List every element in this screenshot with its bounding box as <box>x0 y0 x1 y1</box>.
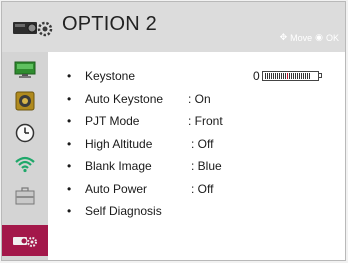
navigation-hint: ✥ Move ◉ OK <box>280 32 339 43</box>
slider-end-cap <box>318 73 322 78</box>
briefcase-icon <box>15 186 35 204</box>
sidebar-item-audio[interactable] <box>2 85 48 116</box>
keystone-slider[interactable] <box>262 71 319 81</box>
ok-label: OK <box>325 32 339 43</box>
projector-settings-icon <box>13 21 53 37</box>
clock-icon <box>15 123 35 142</box>
move-icon: ✥ <box>279 32 288 42</box>
menu-item-pjt-mode[interactable]: • PJT Mode : Front <box>48 110 345 132</box>
sidebar-item-option2[interactable] <box>2 225 48 256</box>
bullet: • <box>67 114 72 128</box>
menu-item-value: : Off <box>191 137 214 151</box>
move-label: Move <box>290 32 313 43</box>
bullet: • <box>67 137 72 151</box>
sidebar-item-network[interactable] <box>2 148 48 179</box>
sidebar-item-option1[interactable] <box>2 180 48 211</box>
menu-item-high-altitude[interactable]: • High Altitude : Off <box>48 133 345 155</box>
bullet: • <box>67 204 72 218</box>
keystone-value: 0 <box>253 69 260 83</box>
menu-item-label: High Altitude <box>85 137 153 151</box>
menu-item-label: Blank Image <box>85 159 152 173</box>
menu-item-value: : Blue <box>191 159 222 173</box>
menu-item-label: Self Diagnosis <box>85 204 162 218</box>
menu-item-self-diagnosis[interactable]: • Self Diagnosis <box>48 200 345 222</box>
bullet: • <box>67 92 72 106</box>
bullet: • <box>67 182 72 196</box>
monitor-icon <box>14 61 36 78</box>
sidebar-item-picture[interactable] <box>2 54 48 85</box>
menu-item-label: Auto Power <box>85 182 148 196</box>
page-title: OPTION 2 <box>62 13 157 35</box>
menu-item-value: : Front <box>188 114 223 128</box>
ok-icon: ◉ <box>315 32 323 42</box>
wifi-icon <box>15 156 35 172</box>
menu-item-value: : On <box>188 92 211 106</box>
sidebar-item-time[interactable] <box>2 117 48 148</box>
speaker-icon <box>15 91 35 110</box>
option-menu-list: • Keystone 0 • Auto Keystone : On • PJT … <box>48 52 345 260</box>
menu-item-auto-keystone[interactable]: • Auto Keystone : On <box>48 88 345 110</box>
menu-item-label: Keystone <box>85 69 136 83</box>
menu-item-value: : Off <box>191 182 214 196</box>
category-sidebar <box>2 52 49 260</box>
menu-item-label: PJT Mode <box>85 114 140 128</box>
menu-item-auto-power[interactable]: • Auto Power : Off <box>48 178 345 200</box>
bullet: • <box>67 69 72 83</box>
menu-item-label: Auto Keystone <box>85 92 164 106</box>
menu-item-keystone[interactable]: • Keystone 0 <box>48 65 345 87</box>
slider-marker <box>287 73 288 79</box>
bullet: • <box>67 159 72 173</box>
menu-item-blank-image[interactable]: • Blank Image : Blue <box>48 155 345 177</box>
projector-icon <box>13 236 37 247</box>
header-bar: OPTION 2 ✥ Move ◉ OK <box>2 2 345 53</box>
option2-osd-window: OPTION 2 ✥ Move ◉ OK • Keystone 0 • Auto… <box>1 1 346 261</box>
